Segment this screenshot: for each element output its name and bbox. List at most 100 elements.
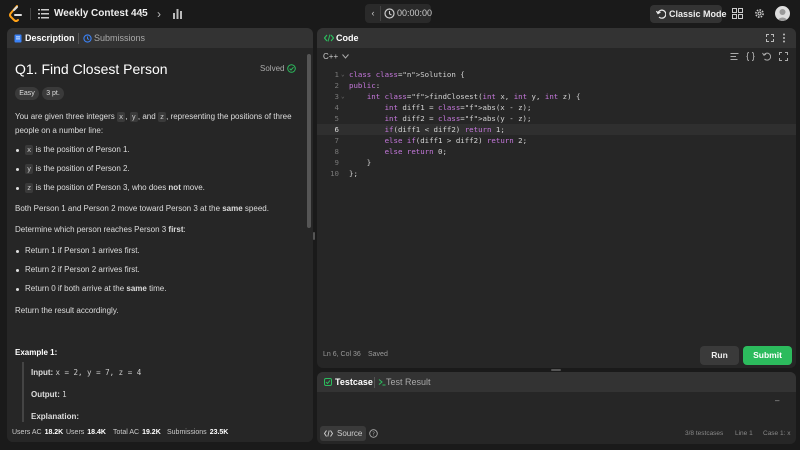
vertical-resize-handle[interactable] <box>313 232 315 240</box>
problem-list-icon[interactable] <box>38 8 49 19</box>
text-segment: time. <box>146 284 167 293</box>
line-number: 3 <box>334 92 339 101</box>
submit-button[interactable]: Submit <box>743 346 792 365</box>
code-text: int class="f">findClosest(int x, int y, … <box>366 92 581 101</box>
code-icon <box>324 430 333 437</box>
classic-mode-label[interactable]: Classic Mode <box>669 9 727 19</box>
braces-icon[interactable] <box>746 52 755 61</box>
language-select[interactable]: C++ <box>323 52 338 61</box>
tab-testcase[interactable]: Testcase <box>335 377 373 387</box>
gear-icon[interactable] <box>754 8 765 19</box>
text-segment: is the position of Person 3, who does <box>33 183 169 192</box>
input-label: Input: <box>31 368 54 377</box>
code-line[interactable]: 10}; <box>317 168 796 179</box>
save-status: Saved <box>368 351 388 358</box>
chevron-left-icon[interactable]: ‹ <box>134 7 148 21</box>
difficulty-badge[interactable]: Easy <box>15 87 39 100</box>
example-explanation: Explanation: <box>31 412 79 421</box>
code-line[interactable]: 4 int diff1 = class="f">abs(x - z); <box>317 102 796 113</box>
document-icon <box>14 34 22 43</box>
bold-text: first <box>168 225 184 234</box>
code-text: else return 0; <box>384 147 447 156</box>
history-icon <box>83 34 92 43</box>
top-bar: Weekly Contest 445 ‹ › ‹ 00:00:00 Classi… <box>0 0 800 28</box>
tab-code[interactable]: Code <box>336 33 359 43</box>
code-line[interactable]: 7 else if(diff1 > diff2) return 2; <box>317 135 796 146</box>
code-text: class class="n">Solution { <box>349 70 465 79</box>
code-panel-tabs: Code <box>317 28 796 48</box>
list-item: Return 2 if Person 2 arrives first. <box>25 265 140 274</box>
bullet <box>16 187 19 190</box>
tab-submissions[interactable]: Submissions <box>94 33 145 43</box>
chevron-left-icon[interactable]: ‹ <box>368 6 378 21</box>
input-value: x = 2, y = 7, z = 4 <box>55 368 142 377</box>
divider <box>374 377 375 388</box>
timer-display[interactable]: 00:00:00 <box>397 8 432 18</box>
code-line[interactable]: 6 if(diff1 < diff2) return 1; <box>317 124 796 135</box>
code-icon <box>324 34 334 42</box>
code-text: int diff2 = class="f">abs(y - z); <box>384 114 532 123</box>
points-badge: 3 pt. <box>42 87 64 100</box>
text-segment: , representing the positions of three <box>166 112 292 121</box>
code-line[interactable]: 1 ⌄ class class="n">Solution { <box>317 69 796 80</box>
fold-chevron-icon[interactable]: ⌄ <box>341 69 345 80</box>
line-indicator: Line 1 <box>735 430 753 437</box>
code-text: else if(diff1 > diff2) return 2; <box>384 136 528 145</box>
description-paragraph: You are given three integers x, y, and z… <box>15 112 292 122</box>
run-button[interactable]: Run <box>700 346 739 365</box>
tab-test-result[interactable]: Test Result <box>386 377 431 387</box>
testcase-panel: Testcase Test Result – Source ? 3/8 test… <box>317 372 796 444</box>
tab-description[interactable]: Description <box>25 33 75 43</box>
layout-icon[interactable] <box>732 8 743 19</box>
bar-chart-icon[interactable] <box>172 8 183 19</box>
testcase-panel-tabs: Testcase Test Result <box>317 372 796 392</box>
example-output: Output: 1 <box>31 390 67 399</box>
code-text: int diff1 = class="f">abs(x - z); <box>384 103 532 112</box>
stat-value: 23.5K <box>209 429 229 436</box>
fullscreen-icon[interactable] <box>779 52 788 61</box>
fold-chevron-icon[interactable]: ⌄ <box>341 91 345 102</box>
stat-label: Users AC <box>12 429 42 436</box>
testcase-count: 3/8 testcases <box>685 430 724 437</box>
code-line[interactable]: 5 int diff2 = class="f">abs(y - z); <box>317 113 796 124</box>
code-text: public: <box>349 81 381 90</box>
format-icon[interactable] <box>730 52 739 61</box>
text-segment: move. <box>180 183 205 192</box>
chevron-down-icon[interactable] <box>342 54 349 59</box>
avatar[interactable] <box>775 6 790 21</box>
bullet <box>16 149 19 152</box>
list-item: Return 0 if both arrive at the same time… <box>25 284 166 294</box>
code-panel: Code C++ 1 ⌄ class class="n">Solution {2 pu… <box>317 28 796 368</box>
leetcode-logo-icon[interactable] <box>8 5 24 23</box>
inline-code: x <box>25 145 34 155</box>
bullet <box>16 269 19 272</box>
bullet <box>16 250 19 253</box>
chevron-right-icon[interactable]: › <box>152 7 166 21</box>
expand-icon[interactable] <box>766 34 774 42</box>
code-line[interactable]: 2 public: <box>317 80 796 91</box>
list-item: Return 1 if Person 1 arrives first. <box>25 246 140 255</box>
svg-text:?: ? <box>372 431 375 437</box>
text-segment: is the position of Person 1. <box>33 145 130 154</box>
clock-icon <box>384 8 395 19</box>
scrollbar[interactable] <box>307 54 311 228</box>
divider <box>78 33 79 44</box>
example-heading: Example 1: <box>15 348 58 357</box>
source-label[interactable]: Source <box>337 429 362 438</box>
bullet <box>16 168 19 171</box>
line-number: 4 <box>334 103 339 112</box>
horizontal-resize-handle[interactable] <box>551 369 561 371</box>
reset-icon[interactable] <box>762 52 771 61</box>
text-segment: Both Person 1 and Person 2 move toward P… <box>15 204 223 213</box>
stats-bar: Users AC 18.2K Users 18.4K Total AC 19.2K S… <box>7 426 313 442</box>
code-line[interactable]: 3 ⌄ int class="f">findClosest(int x, int … <box>317 91 796 102</box>
more-vertical-icon[interactable] <box>780 33 788 43</box>
description-panel: Description Submissions Q1. Find Closest… <box>7 28 313 442</box>
code-line[interactable]: 9 } <box>317 157 796 168</box>
code-text: }; <box>349 169 358 178</box>
collapse-indicator[interactable]: – <box>775 396 779 405</box>
description-paragraph: Both Person 1 and Person 2 move toward P… <box>15 204 269 214</box>
text-segment: Return 0 if both arrive at the <box>25 284 127 293</box>
help-icon[interactable]: ? <box>369 429 378 438</box>
code-line[interactable]: 8 else return 0; <box>317 146 796 157</box>
